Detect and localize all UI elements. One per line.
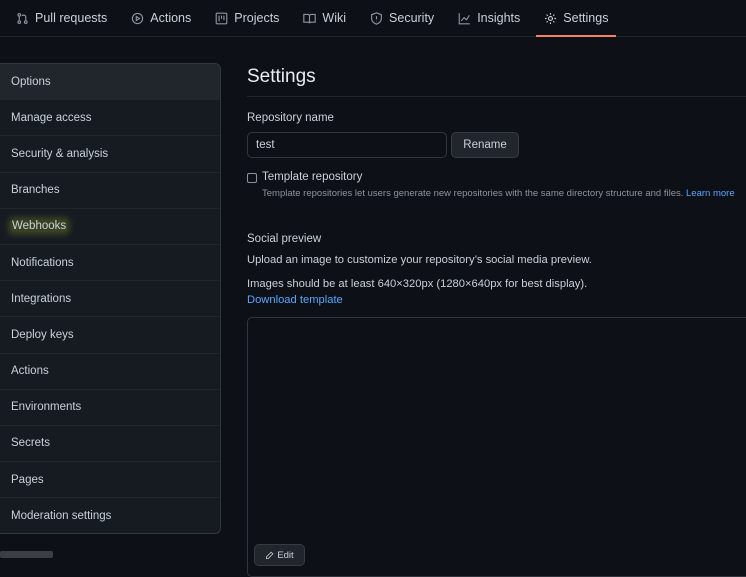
project-icon <box>215 12 228 24</box>
download-template-link[interactable]: Download template <box>247 294 343 306</box>
sidebar-item-deploy-keys[interactable]: Deploy keys <box>0 317 220 354</box>
repository-name-label: Repository name <box>247 112 334 124</box>
social-preview-label: Social preview <box>247 233 322 245</box>
sidebar-item-environments[interactable]: Environments <box>0 390 220 426</box>
book-icon <box>303 13 317 23</box>
template-note-text: Template repositories let users generate… <box>262 188 684 199</box>
settings-sidebar: Options Manage access Security & analysi… <box>0 63 221 534</box>
sidebar-item-secrets[interactable]: Secrets <box>0 426 220 463</box>
tab-projects[interactable]: Projects <box>207 0 287 36</box>
tab-pull-requests[interactable]: Pull requests <box>8 0 115 36</box>
tab-actions[interactable]: Actions <box>123 0 199 36</box>
sidebar-item-label: Secrets <box>11 437 50 450</box>
tab-label: Settings <box>563 11 609 25</box>
tab-label: Wiki <box>322 11 347 25</box>
sidebar-item-pages[interactable]: Pages <box>0 462 220 499</box>
social-preview-image: Edit <box>247 317 746 577</box>
rename-button[interactable]: Rename <box>451 132 519 158</box>
page-title: Settings <box>247 63 746 97</box>
image-size-note: Images should be at least 640×320px (128… <box>247 278 588 290</box>
sidebar-item-label: Actions <box>11 365 49 378</box>
settings-main: Settings Repository name Rename Template… <box>247 63 746 577</box>
template-repository-checkbox[interactable] <box>247 173 257 183</box>
sidebar-item-label: Environments <box>11 401 82 414</box>
tab-settings[interactable]: Settings <box>536 0 617 37</box>
sidebar-item-security-analysis[interactable]: Security & analysis <box>0 136 220 173</box>
sidebar-item-notifications[interactable]: Notifications <box>0 245 220 282</box>
edit-button[interactable]: Edit <box>254 544 305 566</box>
sidebar-item-options[interactable]: Options <box>0 64 220 101</box>
horizontal-scrollbar[interactable] <box>0 551 53 558</box>
tab-security[interactable]: Security <box>362 0 442 36</box>
sidebar-item-webhooks[interactable]: Webhooks <box>0 209 220 245</box>
learn-more-link[interactable]: Learn more <box>686 188 735 199</box>
sidebar-item-label: Moderation settings <box>11 510 112 523</box>
sidebar-item-manage-access[interactable]: Manage access <box>0 100 220 137</box>
tab-insights[interactable]: Insights <box>450 0 528 36</box>
tab-label: Pull requests <box>35 11 108 25</box>
template-repository-label: Template repository <box>262 171 363 183</box>
sidebar-item-label: Pages <box>11 473 44 486</box>
sidebar-item-label: Notifications <box>11 256 74 269</box>
sidebar-item-moderation-settings[interactable]: Moderation settings <box>0 498 220 533</box>
tab-label: Security <box>389 11 435 25</box>
tab-label: Insights <box>477 11 521 25</box>
graph-icon <box>458 12 471 24</box>
git-pull-request-icon <box>17 12 28 24</box>
tab-wiki[interactable]: Wiki <box>295 0 354 36</box>
gear-icon <box>545 12 557 24</box>
sidebar-item-integrations[interactable]: Integrations <box>0 281 220 318</box>
play-icon <box>132 12 144 24</box>
edit-button-label: Edit <box>277 549 294 561</box>
social-preview-description: Upload an image to customize your reposi… <box>247 254 592 266</box>
sidebar-item-label: Branches <box>11 184 60 197</box>
sidebar-item-label: Deploy keys <box>11 328 74 341</box>
tab-label: Actions <box>150 11 192 25</box>
pencil-icon <box>266 551 274 559</box>
sidebar-item-label: Webhooks <box>11 220 68 233</box>
repo-nav: Pull requests Actions Projects Wiki Secu… <box>0 0 746 37</box>
sidebar-item-label: Security & analysis <box>11 147 109 160</box>
tab-label: Projects <box>234 11 280 25</box>
sidebar-item-actions[interactable]: Actions <box>0 354 220 390</box>
template-repository-note: Template repositories let users generate… <box>262 188 735 199</box>
sidebar-item-label: Integrations <box>11 292 72 305</box>
sidebar-item-branches[interactable]: Branches <box>0 173 220 209</box>
sidebar-item-label: Options <box>11 75 51 88</box>
sidebar-item-label: Manage access <box>11 111 92 124</box>
repository-name-input[interactable] <box>247 132 447 158</box>
shield-icon <box>371 11 382 25</box>
